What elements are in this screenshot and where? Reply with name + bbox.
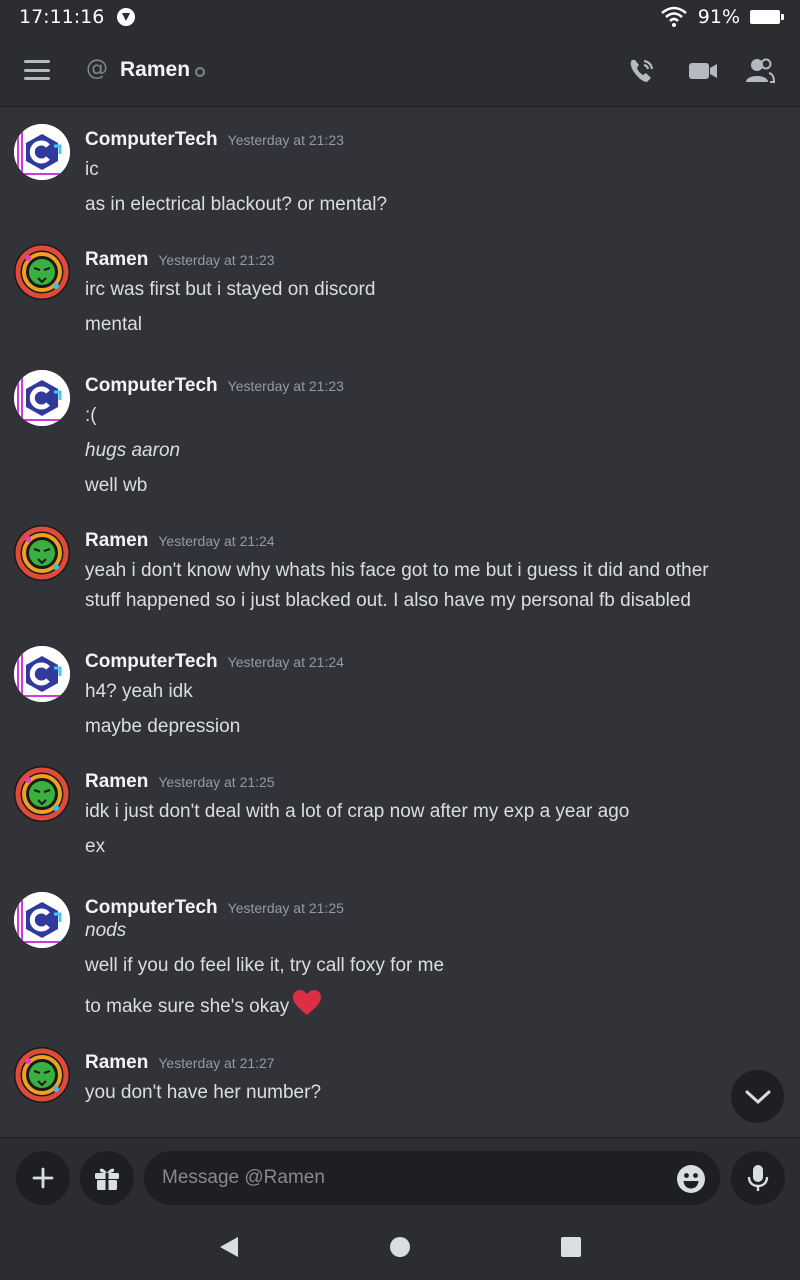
message-list[interactable]: ComputerTech Yesterday at 21:23 ic as in … <box>0 107 800 1137</box>
message-author[interactable]: Ramen Yesterday at 21:23 <box>85 249 275 271</box>
menu-icon[interactable] <box>24 60 50 80</box>
avatar[interactable] <box>14 124 70 180</box>
message-author[interactable]: ComputerTech Yesterday at 21:23 <box>85 375 344 397</box>
avatar[interactable] <box>14 370 70 426</box>
message-text: ic <box>85 159 99 180</box>
microphone-icon <box>747 1165 769 1191</box>
battery-icon <box>750 10 784 24</box>
wifi-icon <box>660 6 687 27</box>
message-timestamp: Yesterday at 21:24 <box>227 654 344 670</box>
message-text: h4? yeah idk <box>85 681 193 702</box>
chevron-down-icon <box>745 1090 770 1104</box>
message-text: well if you do feel like it, try call fo… <box>85 955 445 976</box>
avatar[interactable] <box>14 892 70 948</box>
message-timestamp: Yesterday at 21:25 <box>227 900 344 916</box>
lion-avatar-icon <box>14 766 70 822</box>
jump-to-latest-button[interactable] <box>731 1070 784 1123</box>
status-bar: 17:11:16 91% <box>0 0 800 34</box>
heart-emoji-icon <box>293 990 322 1015</box>
avatar[interactable] <box>14 244 70 300</box>
avatar[interactable] <box>14 766 70 822</box>
voice-call-icon[interactable] <box>627 56 657 86</box>
message-timestamp: Yesterday at 21:25 <box>158 774 275 790</box>
lion-avatar-icon <box>14 244 70 300</box>
message-text: irc was first but i stayed on discord <box>85 279 376 300</box>
lion-avatar-icon <box>14 1047 70 1103</box>
message-author[interactable]: Ramen Yesterday at 21:24 <box>85 530 275 552</box>
message-author[interactable]: Ramen Yesterday at 21:27 <box>85 1052 275 1074</box>
message-text: idk i just don't deal with a lot of crap… <box>85 801 630 822</box>
message-text: to make sure she's okay <box>85 990 322 1018</box>
message-timestamp: Yesterday at 21:24 <box>158 533 275 549</box>
message-text: yeah i don't know why whats his face got… <box>85 560 709 581</box>
app-notification-icon <box>117 8 136 26</box>
channel-header: @ Ramen <box>0 34 800 107</box>
message-text: maybe depression <box>85 716 241 737</box>
gift-icon <box>95 1168 119 1190</box>
at-icon: @ <box>86 56 108 81</box>
computertech-logo-icon <box>14 892 70 948</box>
emoji-icon[interactable] <box>676 1164 706 1194</box>
computertech-logo-icon <box>14 646 70 702</box>
recents-icon[interactable] <box>560 1235 582 1259</box>
message-text: stuff happened so i just blacked out. I … <box>85 590 691 611</box>
home-icon[interactable] <box>389 1235 411 1259</box>
avatar[interactable] <box>14 525 70 581</box>
message-author[interactable]: ComputerTech Yesterday at 21:25 <box>85 897 344 919</box>
message-input[interactable] <box>144 1151 720 1205</box>
gift-button[interactable] <box>80 1151 134 1205</box>
computertech-logo-icon <box>14 370 70 426</box>
page-title: Ramen <box>120 58 191 81</box>
message-timestamp: Yesterday at 21:23 <box>227 378 344 394</box>
message-text: hugs aaron <box>85 440 181 461</box>
battery-percent: 91% <box>697 6 740 28</box>
message-composer <box>0 1137 800 1217</box>
message-author[interactable]: Ramen Yesterday at 21:25 <box>85 771 275 793</box>
lion-avatar-icon <box>14 525 70 581</box>
system-navigation-bar <box>0 1217 800 1280</box>
message-text: well wb <box>85 475 148 496</box>
message-author[interactable]: ComputerTech Yesterday at 21:23 <box>85 129 344 151</box>
computertech-logo-icon <box>14 124 70 180</box>
message-timestamp: Yesterday at 21:23 <box>158 252 275 268</box>
message-author[interactable]: ComputerTech Yesterday at 21:24 <box>85 651 344 673</box>
message-text: nods <box>85 920 127 941</box>
message-text: :( <box>85 405 97 426</box>
presence-offline-icon <box>195 67 205 77</box>
plus-icon <box>32 1167 54 1189</box>
message-text: ex <box>85 836 106 857</box>
member-list-icon[interactable] <box>745 56 775 86</box>
avatar[interactable] <box>14 646 70 702</box>
avatar[interactable] <box>14 1047 70 1103</box>
voice-message-button[interactable] <box>731 1151 785 1205</box>
status-time: 17:11:16 <box>19 6 105 28</box>
message-timestamp: Yesterday at 21:27 <box>158 1055 275 1071</box>
message-text: mental <box>85 314 143 335</box>
attach-button[interactable] <box>16 1151 70 1205</box>
message-text: as in electrical blackout? or mental? <box>85 194 388 215</box>
message-text: you don't have her number? <box>85 1082 322 1103</box>
back-icon[interactable] <box>218 1235 240 1259</box>
video-call-icon[interactable] <box>688 56 718 86</box>
message-timestamp: Yesterday at 21:23 <box>227 132 344 148</box>
